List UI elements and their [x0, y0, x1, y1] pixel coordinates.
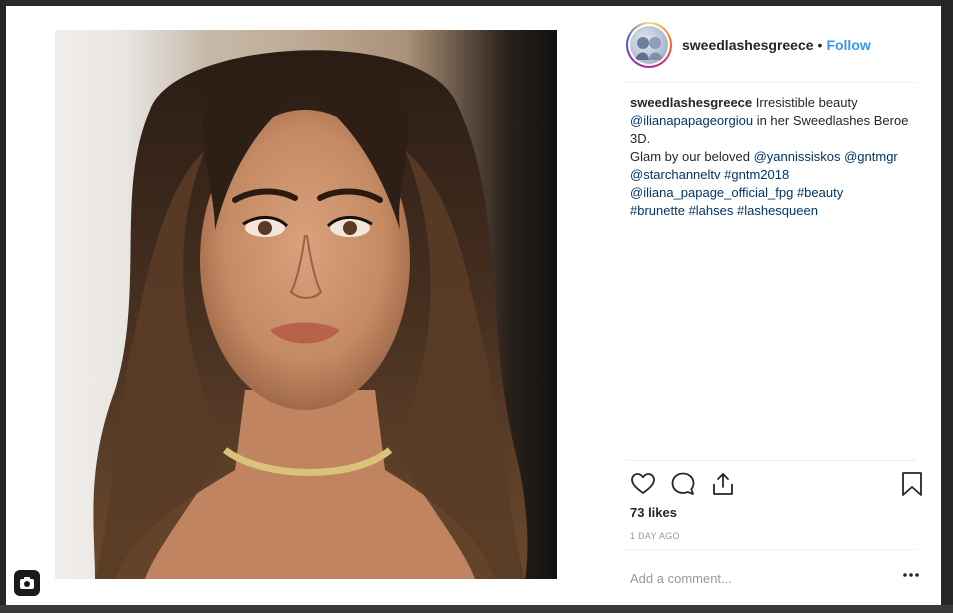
comment-box [630, 568, 920, 588]
avatar-image [630, 26, 668, 64]
caption-username[interactable]: sweedlashesgreece [630, 95, 752, 110]
bookmark-icon[interactable] [901, 471, 923, 497]
actions-divider [626, 460, 916, 461]
comment-icon[interactable] [670, 471, 696, 497]
hashtag-link[interactable]: #lashesqueen [737, 203, 818, 218]
header-username[interactable]: sweedlashesgreece [682, 37, 814, 53]
post-caption: sweedlashesgreece Irresistible beauty @i… [630, 94, 922, 220]
post-panel: sweedlashesgreece • Follow sweedlashesgr… [618, 6, 929, 605]
share-icon[interactable] [710, 471, 736, 497]
caption-text: Irresistible beauty [752, 95, 858, 110]
camera-icon[interactable] [14, 570, 40, 596]
post-actions [630, 470, 923, 498]
post-header: sweedlashesgreece • Follow [618, 16, 918, 74]
avatar[interactable] [626, 22, 672, 68]
more-options-icon[interactable] [902, 572, 920, 578]
portrait-illustration [93, 50, 528, 579]
likes-count[interactable]: 73 likes [630, 505, 677, 520]
header-divider [626, 82, 916, 83]
mention-link[interactable]: @starchanneltv [630, 167, 721, 182]
caption-text: Glam by our beloved [630, 149, 754, 164]
hashtag-link[interactable]: #brunette [630, 203, 685, 218]
hashtag-link[interactable]: #beauty [797, 185, 843, 200]
hashtag-link[interactable]: #gntm2018 [724, 167, 789, 182]
post-timestamp[interactable]: 1 DAY AGO [630, 531, 680, 541]
heart-icon[interactable] [630, 471, 656, 497]
mention-link[interactable]: @gntmgr [844, 149, 898, 164]
post-photo[interactable] [55, 30, 557, 579]
hashtag-link[interactable]: #lahses [689, 203, 734, 218]
backdrop-right [941, 0, 953, 613]
separator-dot: • [817, 37, 823, 53]
mention-link[interactable]: @ilianapapageorgiou [630, 113, 753, 128]
backdrop-bottom [0, 605, 953, 613]
follow-button[interactable]: Follow [826, 37, 870, 53]
comment-input[interactable] [630, 570, 880, 586]
comment-divider [626, 549, 916, 550]
mention-link[interactable]: @iliana_papage_official_fpg [630, 185, 793, 200]
mention-link[interactable]: @yannissiskos [754, 149, 841, 164]
post-modal: sweedlashesgreece • Follow sweedlashesgr… [6, 6, 941, 605]
